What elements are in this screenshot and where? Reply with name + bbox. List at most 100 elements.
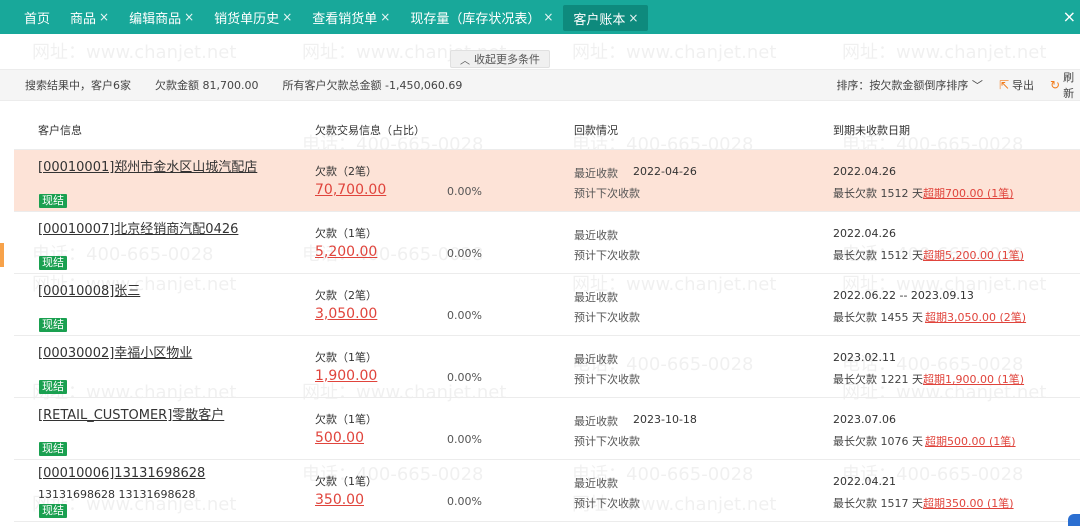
watermark: 网址：www.chanjet.net — [842, 42, 1047, 63]
status-badge: 现结 — [39, 194, 67, 208]
export-button[interactable]: ⇱ 导出 — [999, 77, 1034, 93]
close-icon[interactable]: × — [628, 11, 638, 25]
side-handle[interactable] — [0, 243, 4, 267]
next-payment-label: 预计下次收款 — [574, 249, 640, 262]
debt-count: 欠款（1笔） — [315, 475, 377, 488]
debt-count: 欠款（1笔） — [315, 227, 377, 240]
recent-payment-date: 2023-10-18 — [633, 413, 697, 426]
customer-name-link[interactable]: [00030002]幸福小区物业 — [38, 342, 192, 361]
tab-sales-history[interactable]: 销货单历史 × — [204, 0, 302, 34]
table-row[interactable]: [RETAIL_CUSTOMER]零散客户 现结 欠款（1笔） 500.00 0.00%… — [14, 398, 1080, 460]
debt-amount-link[interactable]: 1,900.00 — [315, 368, 377, 384]
due-date: 2023.07.06 — [833, 413, 896, 426]
due-date: 2022.04.26 — [833, 165, 896, 178]
refresh-icon: ↻ — [1050, 78, 1061, 92]
export-label: 导出 — [1012, 79, 1034, 92]
overdue-link[interactable]: 超期3,050.00 (2笔) — [925, 309, 1026, 325]
tab-label: 首页 — [24, 11, 51, 27]
export-icon: ⇱ — [998, 78, 1009, 92]
longest-debt: 最长欠款 1455 天 — [833, 311, 923, 324]
table-row[interactable]: [00010006]13131698628 13131698628 1313169… — [14, 460, 1080, 522]
debt-amount-link[interactable]: 3,050.00 — [315, 306, 377, 322]
tab-customer-ledger[interactable]: 客户账本 × — [563, 5, 649, 31]
table-row[interactable]: [00010007]北京经销商汽配0426 现结 欠款（1笔） 5,200.00 0.0… — [14, 212, 1080, 274]
recent-payment-label: 最近收款 — [574, 477, 618, 490]
summary-bar: 搜索结果中，客户6家 欠款金额 81,700.00 所有客户欠款总金额 -1,4… — [0, 69, 1080, 101]
tab-label: 查看销货单 — [312, 11, 378, 27]
next-payment-label: 预计下次收款 — [574, 187, 640, 200]
close-icon[interactable]: × — [543, 10, 553, 24]
debt-amount-link[interactable]: 350.00 — [315, 492, 364, 508]
recent-payment-label: 最近收款 — [574, 229, 618, 242]
next-payment-label: 预计下次收款 — [574, 311, 640, 324]
tab-label: 商品 — [70, 11, 97, 27]
table-row[interactable]: [00010008]张三 现结 欠款（2笔） 3,050.00 0.00% 最近收款 预计下… — [14, 274, 1080, 336]
refresh-label: 刷新 — [1063, 71, 1075, 100]
debt-amount-link[interactable]: 70,700.00 — [315, 182, 386, 198]
corner-widget[interactable] — [1068, 514, 1080, 526]
longest-debt: 最长欠款 1076 天 — [833, 435, 923, 448]
tab-label: 现存量（库存状况表） — [410, 11, 541, 27]
tab-label: 销货单历史 — [214, 11, 280, 27]
debt-amount: 欠款金额 81,700.00 — [155, 79, 259, 92]
recent-payment-label: 最近收款 — [574, 353, 618, 366]
status-badge: 现结 — [39, 504, 67, 518]
overdue-link[interactable]: 超期350.00 (1笔) — [923, 495, 1014, 511]
due-date: 2022.04.21 — [833, 475, 896, 488]
close-icon[interactable]: × — [184, 10, 194, 24]
header-due: 到期未收款日期 — [833, 124, 910, 137]
close-icon[interactable]: × — [282, 10, 292, 24]
status-badge: 现结 — [39, 442, 67, 456]
collapse-label: 收起更多条件 — [474, 53, 540, 66]
tab-inventory[interactable]: 现存量（库存状况表） × — [400, 0, 563, 34]
debt-amount-link[interactable]: 500.00 — [315, 430, 364, 446]
next-payment-label: 预计下次收款 — [574, 435, 640, 448]
customer-name-link[interactable]: [RETAIL_CUSTOMER]零散客户 — [38, 404, 224, 423]
collapse-filters-button[interactable]: ︿ 收起更多条件 — [450, 50, 550, 68]
due-date: 2023.02.11 — [833, 351, 896, 364]
overdue-link[interactable]: 超期700.00 (1笔) — [923, 185, 1014, 201]
due-date: 2022.06.22 -- 2023.09.13 — [833, 289, 974, 302]
status-badge: 现结 — [39, 318, 67, 332]
tab-home[interactable]: 首页 — [14, 0, 60, 34]
debt-count: 欠款（2笔） — [315, 289, 377, 302]
tab-label: 客户账本 — [573, 12, 626, 28]
debt-percentage: 0.00% — [447, 309, 482, 322]
customer-name-link[interactable]: [00010008]张三 — [38, 280, 140, 299]
status-badge: 现结 — [39, 380, 67, 394]
overdue-link[interactable]: 超期5,200.00 (1笔) — [923, 247, 1024, 263]
debt-count: 欠款（1笔） — [315, 351, 377, 364]
header-customer: 客户信息 — [38, 124, 82, 137]
table-row[interactable]: [00030002]幸福小区物业 现结 欠款（1笔） 1,900.00 0.00% 最近收… — [14, 336, 1080, 398]
close-all-icon[interactable]: × — [1063, 7, 1076, 26]
customer-contact: 13131698628 13131698628 — [38, 488, 196, 501]
tab-edit-product[interactable]: 编辑商品 × — [119, 0, 204, 34]
longest-debt: 最长欠款 1512 天 — [833, 187, 923, 200]
watermark: 网址：www.chanjet.net — [572, 42, 777, 63]
debt-amount-link[interactable]: 5,200.00 — [315, 244, 377, 260]
customer-name-link[interactable]: [00010006]13131698628 — [38, 466, 205, 481]
table-header: 客户信息 欠款交易信息（占比） 回款情况 到期未收款日期 — [14, 110, 1080, 150]
close-icon[interactable]: × — [380, 10, 390, 24]
tab-view-sales-order[interactable]: 查看销货单 × — [302, 0, 400, 34]
header-payback: 回款情况 — [574, 124, 618, 137]
customer-name-link[interactable]: [00010001]郑州市金水区山城汽配店 — [38, 156, 257, 175]
next-payment-label: 预计下次收款 — [574, 497, 640, 510]
overdue-link[interactable]: 超期1,900.00 (1笔) — [923, 371, 1024, 387]
refresh-button[interactable]: ↻ 刷新 — [1050, 69, 1080, 101]
due-date: 2022.04.26 — [833, 227, 896, 240]
table-row[interactable]: [00010001]郑州市金水区山城汽配店 现结 欠款（2笔） 70,700.00 0.… — [14, 150, 1080, 212]
result-count: 搜索结果中，客户6家 — [25, 79, 131, 92]
customer-name-link[interactable]: [00010007]北京经销商汽配0426 — [38, 218, 238, 237]
debt-percentage: 0.00% — [447, 185, 482, 198]
sort-dropdown[interactable]: 排序：按欠款金额倒序排序 ﹀ — [836, 77, 983, 93]
overdue-link[interactable]: 超期500.00 (1笔) — [925, 433, 1016, 449]
tab-bar: 首页 商品 × 编辑商品 × 销货单历史 × 查看销货单 × 现存量（库存状况表） × 客… — [0, 0, 1080, 34]
recent-payment-label: 最近收款 — [574, 167, 618, 180]
tab-products[interactable]: 商品 × — [60, 0, 119, 34]
chevron-down-icon: ﹀ — [968, 79, 983, 92]
chevron-up-icon: ︿ — [460, 55, 470, 67]
close-icon[interactable]: × — [99, 10, 109, 24]
debt-percentage: 0.00% — [447, 433, 482, 446]
next-payment-label: 预计下次收款 — [574, 373, 640, 386]
